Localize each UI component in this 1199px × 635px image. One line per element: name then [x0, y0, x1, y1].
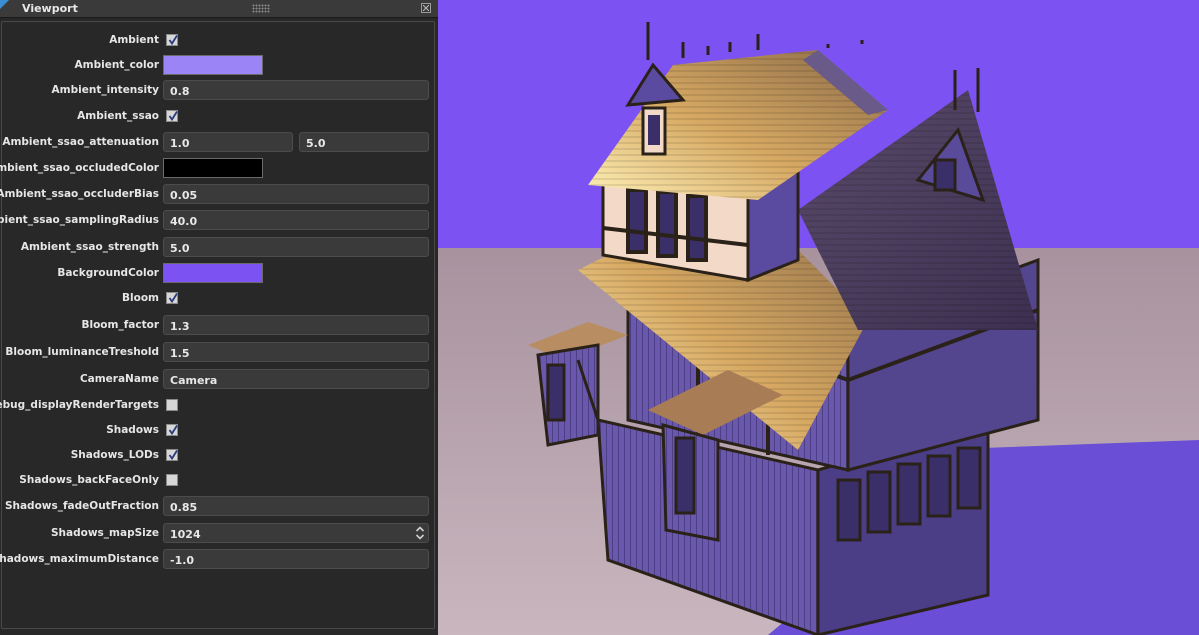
field-value: 1024 — [170, 528, 201, 541]
number-field[interactable]: 1.3 — [163, 315, 429, 335]
number-field-min[interactable]: 1.0 — [163, 132, 293, 152]
color-swatch[interactable] — [163, 158, 263, 178]
field-value: 1.0 — [170, 137, 190, 150]
property-label: Bloom_luminanceTreshold — [5, 346, 159, 358]
checkmark-icon — [168, 425, 178, 436]
property-row-ambient-ssao-occluderbias: Ambient_ssao_occluderBias 0.05 — [0, 182, 434, 208]
checkbox[interactable] — [166, 110, 178, 122]
property-row-backgroundcolor: BackgroundColor — [2, 261, 434, 287]
field-value: 5.0 — [306, 137, 326, 150]
checkmark-icon — [168, 111, 178, 122]
property-row-cameraname: CameraName Camera — [2, 367, 434, 393]
property-label: Shadows — [106, 424, 159, 436]
property-row-bloom-factor: Bloom_factor 1.3 — [2, 313, 434, 339]
color-swatch[interactable] — [163, 263, 263, 283]
checkbox[interactable] — [166, 34, 178, 46]
field-value: 0.85 — [170, 501, 198, 514]
properties-list: Ambient Ambient_color Ambient_intensity 0.8… — [0, 21, 435, 629]
property-label: Shadows_backFaceOnly — [19, 474, 159, 486]
select-field[interactable]: 1024 — [163, 523, 429, 543]
checkbox[interactable] — [166, 449, 178, 461]
field-value: 1.5 — [170, 347, 190, 360]
field-value: 1.3 — [170, 320, 190, 333]
property-row-ambient-intensity: Ambient_intensity 0.8 — [2, 78, 434, 104]
property-label: Shadows_mapSize — [51, 527, 159, 539]
property-label: Ambient_ssao — [77, 110, 159, 122]
property-label: Ambient_intensity — [51, 84, 159, 96]
property-row-shadows: Shadows — [2, 418, 434, 444]
checkbox[interactable] — [166, 399, 178, 411]
panel-titlebar[interactable]: Viewport — [0, 0, 438, 18]
field-value: Camera — [170, 374, 218, 387]
field-value: 40.0 — [170, 215, 198, 228]
property-label: Ambient_ssao_attenuation — [2, 136, 159, 148]
property-row-shadows-maximumdistance: Shadows_maximumDistance -1.0 — [0, 547, 434, 573]
checkmark-icon — [168, 293, 178, 304]
property-label: Bloom — [122, 292, 159, 304]
checkmark-icon — [168, 35, 178, 46]
property-label: Shadows_LODs — [70, 449, 159, 461]
field-value: 5.0 — [170, 242, 190, 255]
field-value: 0.8 — [170, 85, 190, 98]
field-value: -1.0 — [170, 554, 195, 567]
close-icon — [423, 5, 429, 11]
close-button[interactable] — [421, 3, 431, 13]
property-label: Ambient_ssao_strength — [20, 241, 159, 253]
color-swatch[interactable] — [163, 55, 263, 75]
number-field-max[interactable]: 5.0 — [299, 132, 429, 152]
property-label: Ambient — [109, 34, 159, 46]
checkbox[interactable] — [166, 292, 178, 304]
property-label: Shadows_maximumDistance — [0, 553, 159, 565]
property-label: Ambient_ssao_occludedColor — [0, 162, 159, 174]
checkmark-icon — [168, 450, 178, 461]
property-row-shadows-fadeoutfraction: Shadows_fadeOutFraction 0.85 — [2, 494, 434, 520]
property-label: Ambient_ssao_occluderBias — [0, 188, 159, 200]
property-label: Ambient_color — [74, 59, 159, 71]
field-value: 0.05 — [170, 189, 198, 202]
up-down-chevron-icon[interactable] — [415, 526, 425, 540]
text-field[interactable]: Camera — [163, 369, 429, 389]
panel-title: Viewport — [22, 2, 78, 15]
property-row-ambient-color: Ambient_color — [2, 53, 434, 79]
property-label: Ambient_ssao_samplingRadius — [0, 214, 159, 226]
property-row-shadows-lods: Shadows_LODs — [2, 443, 434, 469]
properties-panel: Viewport Ambient Ambient_color Ambient_int… — [0, 0, 438, 635]
number-field[interactable]: 0.85 — [163, 496, 429, 516]
property-label: Debug_displayRenderTargets — [0, 399, 159, 411]
property-row-ambient-ssao-samplingradius: Ambient_ssao_samplingRadius 40.0 — [0, 208, 434, 234]
checkbox[interactable] — [166, 424, 178, 436]
property-row-ambient: Ambient — [2, 28, 434, 54]
property-row-ambient-ssao-attenuation: Ambient_ssao_attenuation 1.0 5.0 — [2, 130, 434, 156]
number-field[interactable]: 0.05 — [163, 184, 429, 204]
property-row-bloom: Bloom — [2, 286, 434, 312]
drag-grip-icon[interactable] — [252, 4, 270, 13]
property-row-bloom-luminancetreshold: Bloom_luminanceTreshold 1.5 — [2, 340, 434, 366]
property-label: CameraName — [79, 373, 159, 385]
property-row-ambient-ssao-strength: Ambient_ssao_strength 5.0 — [2, 235, 434, 261]
panel-corner-icon — [0, 0, 9, 9]
property-row-ambient-ssao: Ambient_ssao — [2, 104, 434, 130]
number-field[interactable]: -1.0 — [163, 549, 429, 569]
property-row-ambient-ssao-occludedcolor: Ambient_ssao_occludedColor — [0, 156, 434, 182]
property-row-debug-displayrendertargets: Debug_displayRenderTargets — [0, 393, 434, 419]
number-field[interactable]: 5.0 — [163, 237, 429, 257]
checkbox[interactable] — [166, 474, 178, 486]
property-row-shadows-backfaceonly: Shadows_backFaceOnly — [2, 468, 434, 494]
number-field[interactable]: 0.8 — [163, 80, 429, 100]
property-row-shadows-mapsize: Shadows_mapSize 1024 — [2, 521, 434, 547]
3d-viewport[interactable] — [438, 0, 1199, 635]
number-field[interactable]: 40.0 — [163, 210, 429, 230]
number-field[interactable]: 1.5 — [163, 342, 429, 362]
property-label: BackgroundColor — [57, 267, 159, 279]
property-label: Bloom_factor — [81, 319, 159, 331]
property-label: Shadows_fadeOutFraction — [4, 500, 159, 512]
scene-render — [438, 0, 1199, 635]
